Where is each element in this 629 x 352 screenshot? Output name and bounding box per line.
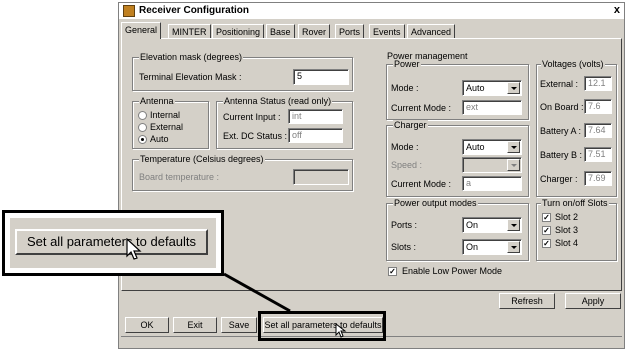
tab-advanced[interactable]: Advanced bbox=[407, 24, 456, 38]
chevron-down-icon[interactable] bbox=[507, 82, 520, 94]
charger-legend: Charger bbox=[393, 120, 428, 130]
chevron-down-icon[interactable] bbox=[507, 241, 520, 253]
window-title: Receiver Configuration bbox=[139, 5, 250, 16]
antenna-external-radio[interactable] bbox=[138, 123, 147, 132]
tab-positioning[interactable]: Positioning bbox=[212, 24, 265, 38]
current-input-field: int bbox=[288, 109, 343, 124]
charger-voltage-label: Charger : bbox=[540, 174, 578, 184]
slot-3-checkbox[interactable]: ✓ bbox=[542, 226, 551, 235]
antenna-status-group: Antenna Status (read only) Current Input… bbox=[216, 96, 353, 149]
defaults-highlight-box bbox=[258, 311, 386, 341]
ext-dc-status-label: Ext. DC Status : bbox=[223, 131, 288, 141]
mouse-cursor-icon bbox=[335, 323, 347, 338]
antenna-auto-radio[interactable] bbox=[138, 135, 147, 144]
antenna-auto-label[interactable]: Auto bbox=[150, 134, 169, 145]
battery-a-voltage-field: 7.64 bbox=[584, 123, 612, 138]
tab-general[interactable]: General bbox=[121, 22, 162, 39]
power-mode-select[interactable]: Auto bbox=[462, 80, 522, 96]
terminal-elevation-mask-label: Terminal Elevation Mask : bbox=[139, 72, 242, 82]
slot-4-label[interactable]: Slot 4 bbox=[555, 238, 578, 249]
power-group: Power Mode : Auto Current Mode : ext bbox=[386, 59, 529, 120]
slots-mode-value: On bbox=[466, 242, 479, 252]
turn-on-off-slots-legend: Turn on/off Slots bbox=[541, 198, 609, 208]
charger-mode-value: Auto bbox=[466, 142, 485, 152]
elevation-mask-group: Elevation mask (degrees) Terminal Elevat… bbox=[132, 52, 353, 91]
power-legend: Power bbox=[393, 59, 421, 69]
title-bar: Receiver Configuration x bbox=[119, 3, 624, 19]
power-output-modes-legend: Power output modes bbox=[393, 198, 478, 208]
enable-low-power-checkbox[interactable]: ✓ bbox=[388, 267, 397, 276]
battery-a-voltage-label: Battery A : bbox=[540, 126, 582, 136]
power-current-mode-field: ext bbox=[462, 100, 522, 115]
antenna-internal-radio[interactable] bbox=[138, 111, 147, 120]
refresh-button[interactable]: Refresh bbox=[499, 293, 555, 309]
slot-4-checkbox[interactable]: ✓ bbox=[542, 239, 551, 248]
slot-2-label[interactable]: Slot 2 bbox=[555, 212, 578, 223]
close-icon[interactable]: x bbox=[614, 4, 620, 16]
charger-speed-label: Speed : bbox=[391, 160, 423, 170]
voltages-legend: Voltages (volts) bbox=[541, 59, 605, 69]
battery-b-voltage-label: Battery B : bbox=[540, 150, 583, 160]
chevron-down-icon bbox=[507, 159, 520, 171]
enable-low-power-label[interactable]: Enable Low Power Mode bbox=[402, 266, 502, 277]
ext-dc-status-field: off bbox=[288, 128, 343, 143]
ports-mode-select[interactable]: On bbox=[462, 217, 522, 233]
turn-on-off-slots-group: Turn on/off Slots ✓ Slot 2 ✓ Slot 3 ✓ Sl… bbox=[536, 198, 617, 261]
power-mode-value: Auto bbox=[466, 83, 485, 93]
power-current-mode-label: Current Mode : bbox=[391, 103, 452, 113]
tab-rover[interactable]: Rover bbox=[298, 24, 331, 38]
antenna-internal-label[interactable]: Internal bbox=[150, 110, 180, 121]
tab-events[interactable]: Events bbox=[369, 24, 405, 38]
ports-mode-value: On bbox=[466, 220, 479, 230]
power-mode-label: Mode : bbox=[391, 83, 419, 93]
antenna-legend: Antenna bbox=[139, 96, 175, 106]
exit-button[interactable]: Exit bbox=[173, 317, 217, 333]
mouse-cursor-icon bbox=[126, 238, 142, 260]
charger-current-mode-field: a bbox=[462, 176, 522, 191]
external-voltage-label: External : bbox=[540, 79, 579, 89]
slot-2-checkbox[interactable]: ✓ bbox=[542, 213, 551, 222]
slots-mode-select[interactable]: On bbox=[462, 239, 522, 255]
elevation-mask-legend: Elevation mask (degrees) bbox=[139, 52, 244, 62]
charger-group: Charger Mode : Auto Speed : Current Mode… bbox=[386, 120, 529, 197]
onboard-voltage-field: 7.6 bbox=[584, 99, 612, 114]
board-temperature-label: Board temperature : bbox=[139, 172, 220, 182]
save-button[interactable]: Save bbox=[221, 317, 257, 333]
charger-mode-label: Mode : bbox=[391, 142, 419, 152]
apply-button[interactable]: Apply bbox=[565, 293, 621, 309]
current-input-label: Current Input : bbox=[223, 112, 281, 122]
receiver-configuration-window: Receiver Configuration x General MINTER … bbox=[118, 2, 625, 349]
antenna-external-label[interactable]: External bbox=[150, 122, 183, 133]
chevron-down-icon[interactable] bbox=[507, 219, 520, 231]
zoom-callout-panel: Set all parameters to defaults bbox=[10, 218, 216, 268]
ok-button[interactable]: OK bbox=[125, 317, 169, 333]
temperature-group: Temperature (Celsius degrees) Board temp… bbox=[132, 154, 353, 191]
ports-mode-label: Ports : bbox=[391, 220, 418, 230]
slot-3-label[interactable]: Slot 3 bbox=[555, 225, 578, 236]
app-icon bbox=[123, 5, 135, 17]
battery-b-voltage-field: 7.51 bbox=[584, 147, 612, 162]
zoomed-defaults-button[interactable]: Set all parameters to defaults bbox=[15, 229, 208, 255]
charger-voltage-field: 7.69 bbox=[584, 171, 612, 186]
external-voltage-field: 12.1 bbox=[584, 76, 612, 91]
tab-base[interactable]: Base bbox=[266, 24, 295, 38]
zoom-callout: Set all parameters to defaults bbox=[2, 210, 224, 276]
antenna-status-legend: Antenna Status (read only) bbox=[223, 96, 333, 106]
chevron-down-icon[interactable] bbox=[507, 141, 520, 153]
charger-mode-select[interactable]: Auto bbox=[462, 139, 522, 155]
antenna-group: Antenna Internal External Auto bbox=[132, 96, 209, 149]
tab-ports[interactable]: Ports bbox=[335, 24, 365, 38]
voltages-group: Voltages (volts) External : 12.1 On Boar… bbox=[536, 59, 617, 197]
temperature-legend: Temperature (Celsius degrees) bbox=[139, 154, 265, 164]
power-output-modes-group: Power output modes Ports : On Slots : On bbox=[386, 198, 529, 261]
tab-minter[interactable]: MINTER bbox=[168, 24, 211, 38]
charger-speed-select bbox=[462, 157, 522, 173]
onboard-voltage-label: On Board : bbox=[540, 102, 584, 112]
slots-mode-label: Slots : bbox=[391, 242, 417, 252]
terminal-elevation-mask-input[interactable]: 5 bbox=[293, 69, 349, 85]
board-temperature-field bbox=[293, 169, 349, 185]
charger-current-mode-label: Current Mode : bbox=[391, 179, 452, 189]
